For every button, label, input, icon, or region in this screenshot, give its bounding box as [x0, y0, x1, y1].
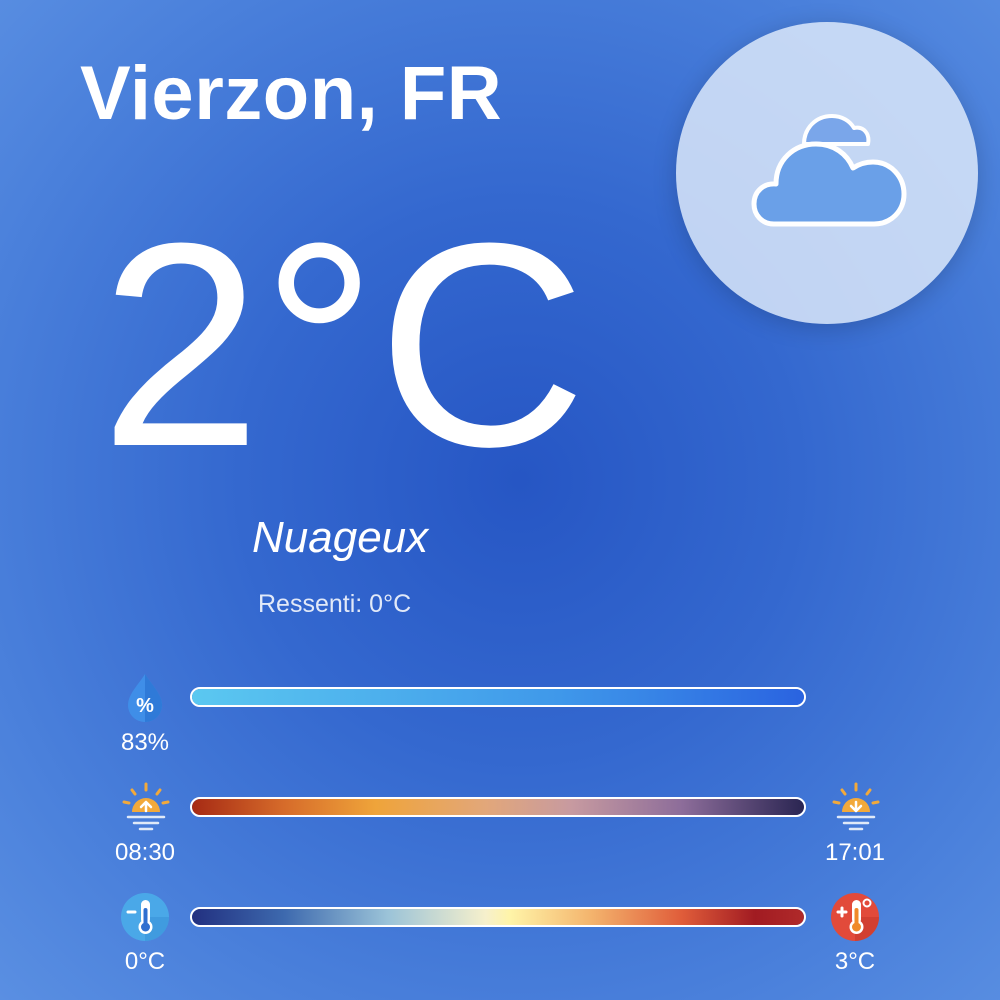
humidity-bar [190, 687, 806, 707]
sunrise-time: 08:30 [114, 839, 176, 866]
daylight-bar [190, 797, 806, 817]
weather-condition: Nuageux [252, 513, 429, 562]
humidity-bar-fill [192, 689, 804, 705]
current-temperature: 2°C [100, 183, 587, 507]
weather-icon-badge [676, 22, 978, 324]
sunset-time: 17:01 [824, 839, 886, 866]
city-name: Vierzon, FR [80, 51, 503, 136]
temperature-range-bar-fill [192, 909, 804, 925]
sunrise-icon [122, 782, 170, 831]
feels-like-value: 0°C [369, 590, 412, 618]
temperature-min: 0°C [124, 948, 166, 975]
svg-text:%: % [136, 695, 154, 717]
feels-like-label: Ressenti: [258, 590, 363, 618]
humidity-value: 83% [120, 729, 170, 756]
feels-like: Ressenti: 0°C [258, 592, 411, 617]
temperature-range-bar [190, 907, 806, 927]
sunset-icon [832, 782, 880, 831]
thermometer-cold-icon [121, 893, 169, 941]
thermometer-hot-icon [831, 893, 879, 941]
temperature-max: 3°C [834, 948, 876, 975]
humidity-drop-icon: % [128, 674, 162, 722]
cloud-icon [751, 114, 907, 227]
daylight-bar-fill [192, 799, 804, 815]
